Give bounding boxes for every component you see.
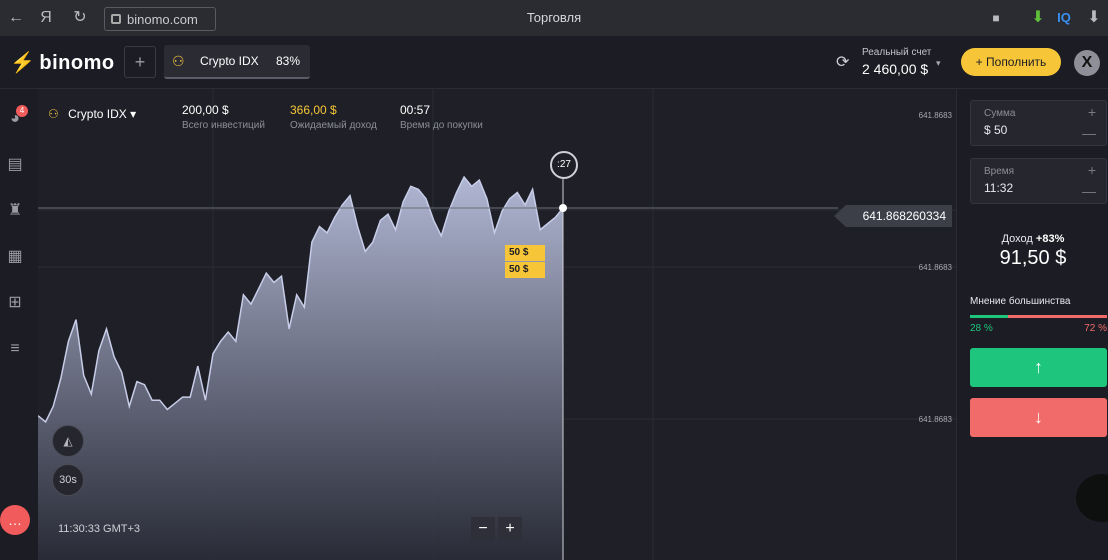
income-label: Доход +83% — [957, 233, 1108, 245]
opinion-down-percent: 72 % — [1084, 323, 1107, 334]
asset-tab-name: Crypto IDX — [200, 54, 259, 68]
avatar[interactable]: X — [1074, 50, 1100, 76]
server-clock: 11:30:33 GMT+3 — [58, 523, 141, 535]
time-to-purchase-label: Время до покупки — [400, 120, 483, 131]
opinion-up-fill — [970, 315, 1009, 318]
gift-icon[interactable]: ⊞ — [5, 293, 25, 313]
asset-tab-percent: 83% — [275, 54, 300, 68]
income-text: Доход — [1001, 233, 1033, 245]
zoom-out-button[interactable]: − — [471, 517, 495, 541]
price-tick-label: 641.8683 — [918, 263, 952, 272]
notification-badge: 4 — [16, 105, 28, 117]
timeframe-button[interactable]: 30s — [52, 464, 84, 496]
address-bar[interactable]: binomo.com — [104, 7, 216, 31]
minus-icon[interactable]: — — [1082, 125, 1096, 141]
amount-field[interactable]: Сумма $ 50 + — — [970, 100, 1107, 146]
expected-income-label: Ожидаемый доход — [290, 120, 377, 131]
chat-button[interactable]: … — [0, 505, 30, 535]
current-price-point — [559, 204, 567, 212]
amount-value[interactable]: $ 50 — [984, 123, 1007, 137]
account-balance: 2 460,00 $ — [862, 61, 929, 77]
price-area — [38, 177, 563, 560]
calendar-icon[interactable]: ▦ — [5, 247, 25, 267]
time-to-purchase-value: 00:57 — [400, 103, 431, 117]
account-selector[interactable]: ⟳ Реальный счет 2 460,00 $ ▾ — [836, 46, 956, 80]
open-trade-tag[interactable]: 50 $ — [505, 245, 545, 261]
download-extension-icon[interactable]: ⬇ — [1026, 6, 1050, 30]
minus-icon[interactable]: — — [1082, 183, 1096, 199]
zoom-in-button[interactable]: + — [498, 517, 522, 541]
account-type-label: Реальный счет — [862, 47, 932, 58]
deposit-button[interactable]: + Пополнить — [961, 48, 1061, 76]
binomo-logo[interactable]: ⚡ binomo — [10, 50, 115, 75]
plus-icon[interactable]: + — [1088, 104, 1096, 120]
time-label: Время — [984, 166, 1015, 177]
chevron-down-icon: ▾ — [130, 107, 137, 121]
arrow-down-icon: ↓ — [1034, 407, 1043, 427]
income-percent: +83% — [1035, 233, 1065, 245]
lock-icon — [111, 14, 121, 24]
time-to-purchase: 00:57 Время до покупки — [400, 103, 483, 131]
asset-name: Crypto IDX — [68, 107, 127, 121]
price-tick-label: 641.8683 — [918, 111, 952, 120]
crypto-idx-icon: ⚇ — [172, 53, 185, 69]
plus-icon[interactable]: + — [1088, 162, 1096, 178]
trophy-icon[interactable]: ♜ — [5, 201, 25, 221]
expected-income: 366,00 $ Ожидаемый доход — [290, 103, 377, 131]
majority-opinion-label: Мнение большинства — [970, 296, 1071, 307]
opinion-up-percent: 28 % — [970, 323, 993, 334]
chevron-down-icon: ▾ — [936, 58, 941, 68]
current-price-label: 641.868260334 — [834, 205, 952, 227]
sync-icon: ⟳ — [836, 54, 850, 71]
price-tick-label: 641.8683 — [918, 415, 952, 424]
total-investments-label: Всего инвестиций — [182, 120, 265, 131]
total-investments-value: 200,00 $ — [182, 103, 229, 117]
majority-opinion-bar — [970, 315, 1107, 318]
browser-toolbar: ← Я ↻ binomo.com Торговля ■ ⬇ IQ ⬇ — [0, 0, 1108, 36]
bookmark-icon[interactable]: ■ — [984, 6, 1008, 30]
income-value: 91,50 $ — [999, 247, 1067, 269]
chart-icon[interactable]: ▤ — [5, 155, 25, 175]
arrow-up-icon: ↑ — [1034, 357, 1043, 377]
up-button[interactable]: ↑ — [970, 348, 1107, 387]
expiry-timer: :27 — [550, 151, 578, 179]
chart-canvas[interactable] — [38, 89, 956, 560]
add-asset-tab-button[interactable]: + — [124, 46, 156, 78]
download-icon[interactable]: ⬇ — [1082, 6, 1106, 30]
iq-extension-icon[interactable]: IQ — [1052, 6, 1076, 30]
settings-icon[interactable]: ≡ — [5, 339, 25, 359]
left-sidebar: ◕ ▤ ♜ ▦ ⊞ ≡ — [0, 89, 30, 560]
url-text: binomo.com — [127, 11, 198, 27]
yandex-icon[interactable]: Я — [34, 6, 58, 30]
total-investments: 200,00 $ Всего инвестиций — [182, 103, 265, 131]
app-header: ⚡ binomo + ⚇ Crypto IDX 83% ⟳ Реальный сч… — [0, 36, 1108, 89]
crypto-idx-icon: ⚇ — [48, 107, 59, 121]
amount-label: Сумма — [984, 108, 1016, 119]
reload-icon[interactable]: ↻ — [68, 6, 92, 30]
asset-selector[interactable]: ⚇ Crypto IDX ▾ — [48, 107, 136, 121]
price-chart[interactable]: ⚇ Crypto IDX ▾ 200,00 $ Всего инвестиций… — [38, 89, 956, 560]
down-button[interactable]: ↓ — [970, 398, 1107, 437]
area-chart-icon[interactable]: ◭ — [52, 425, 84, 457]
open-trade-tag[interactable]: 50 $ — [505, 262, 545, 278]
asset-tab-crypto-idx[interactable]: ⚇ Crypto IDX 83% — [164, 45, 310, 79]
time-field[interactable]: Время 11:32 + — — [970, 158, 1107, 204]
time-value[interactable]: 11:32 — [984, 181, 1013, 195]
expected-income-value: 366,00 $ — [290, 103, 337, 117]
back-icon[interactable]: ← — [4, 6, 28, 30]
